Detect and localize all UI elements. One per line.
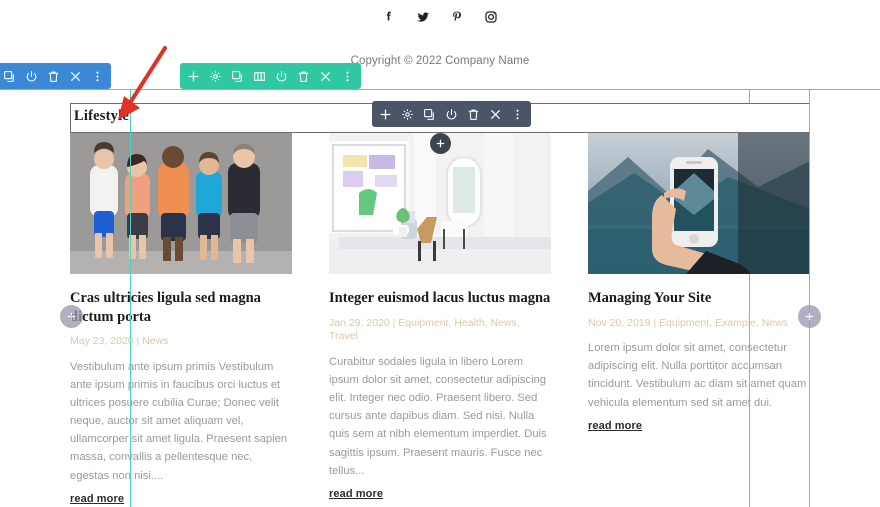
left-margin-mask — [0, 89, 70, 507]
close-icon[interactable] — [319, 70, 332, 83]
row-right-edge — [809, 89, 810, 507]
more-options-icon[interactable] — [91, 70, 104, 83]
blog-card[interactable]: Cras ultricies ligula sed magna dictum p… — [70, 133, 292, 507]
columns-icon[interactable] — [253, 70, 266, 83]
blog-card[interactable]: Managing Your Site Nov 20, 2019 | Equipm… — [588, 133, 810, 507]
power-toggle-icon[interactable] — [25, 70, 38, 83]
post-excerpt: Lorem ipsum dolor sit amet, consectetur … — [588, 342, 807, 409]
page-root: Copyright © 2022 Company Name Lifestyle — [0, 0, 880, 507]
gear-icon[interactable] — [401, 108, 414, 121]
plus-icon[interactable] — [187, 70, 200, 83]
more-options-icon[interactable] — [341, 70, 354, 83]
pinterest-icon[interactable] — [448, 8, 466, 26]
add-module-center-button[interactable] — [430, 133, 451, 154]
duplicate-icon[interactable] — [3, 70, 16, 83]
row-left-edge — [130, 89, 131, 507]
read-more-link[interactable]: read more — [588, 420, 642, 432]
post-image — [70, 133, 292, 274]
trash-icon[interactable] — [467, 108, 480, 121]
twitter-icon[interactable] — [414, 8, 432, 26]
module-toolbar[interactable] — [372, 101, 531, 127]
post-image — [588, 133, 810, 274]
power-toggle-icon[interactable] — [275, 70, 288, 83]
plus-icon[interactable] — [379, 108, 392, 121]
close-icon[interactable] — [489, 108, 502, 121]
add-module-right-button[interactable] — [798, 305, 821, 328]
post-excerpt: Curabitur sodales ligula in libero Lorem… — [329, 355, 547, 477]
duplicate-icon[interactable] — [231, 70, 244, 83]
copyright-text: Copyright © 2022 Company Name — [350, 55, 530, 67]
row-toolbar[interactable] — [180, 63, 361, 89]
post-meta: Nov 20, 2019 | Equipment, Example, News — [588, 316, 788, 329]
trash-icon[interactable] — [47, 70, 60, 83]
duplicate-icon[interactable] — [423, 108, 436, 121]
close-icon[interactable] — [69, 70, 82, 83]
post-title[interactable]: Managing Your Site — [588, 289, 810, 308]
blog-grid: Cras ultricies ligula sed magna dictum p… — [70, 133, 810, 507]
post-title[interactable]: Cras ultricies ligula sed magna dictum p… — [70, 289, 292, 326]
post-title[interactable]: Integer euismod lacus luctus magna — [329, 289, 551, 308]
add-module-left-button[interactable] — [60, 305, 83, 328]
right-margin-mask — [812, 89, 880, 507]
post-meta: May 23, 2020 | News — [70, 335, 169, 348]
page-title: Lifestyle — [74, 108, 129, 124]
read-more-link[interactable]: read more — [329, 488, 383, 500]
power-toggle-icon[interactable] — [445, 108, 458, 121]
post-meta: Jan 29, 2020 | Equipment, Health, News, … — [329, 316, 520, 343]
blog-card[interactable]: Integer euismod lacus luctus magna Jan 2… — [329, 133, 551, 507]
read-more-link[interactable]: read more — [70, 493, 124, 505]
instagram-icon[interactable] — [482, 8, 500, 26]
post-image — [329, 133, 551, 274]
post-excerpt: Vestibulum ante ipsum primis Vestibulum … — [70, 360, 288, 482]
facebook-icon[interactable] — [380, 8, 398, 26]
gear-icon[interactable] — [209, 70, 222, 83]
social-links — [0, 8, 880, 26]
section-toolbar[interactable] — [0, 63, 111, 89]
more-options-icon[interactable] — [511, 108, 524, 121]
trash-icon[interactable] — [297, 70, 310, 83]
